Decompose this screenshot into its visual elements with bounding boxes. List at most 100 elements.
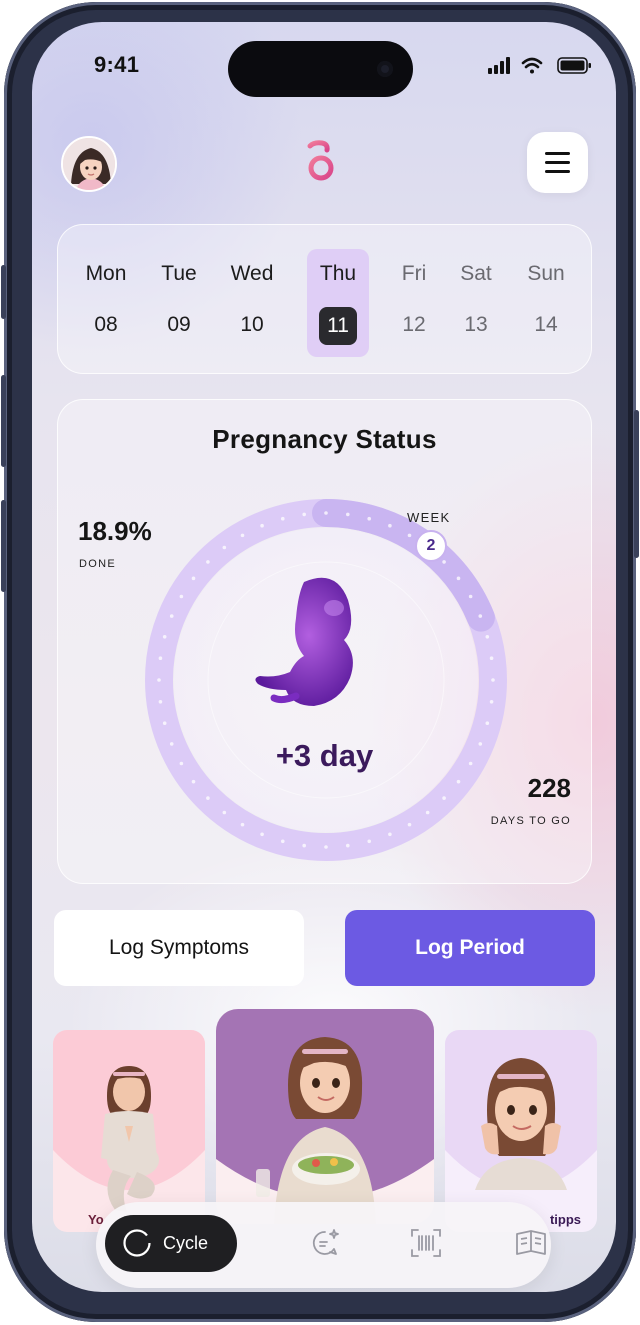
ring-dot — [169, 614, 174, 618]
chat-sparkle-icon[interactable] — [308, 1226, 342, 1260]
ring-dot — [206, 796, 210, 800]
ring-dot — [345, 843, 350, 848]
day-number-selected: 11 — [319, 307, 357, 345]
week-badge[interactable]: 2 — [415, 530, 447, 562]
ring-dot — [489, 656, 494, 661]
ring-dot — [367, 839, 372, 844]
ring-dot — [280, 516, 285, 521]
book-icon[interactable] — [514, 1226, 548, 1260]
day-name: Mon — [85, 262, 127, 285]
cycle-icon — [123, 1229, 151, 1257]
ring-dot — [468, 594, 473, 599]
ring-dot — [478, 614, 483, 618]
days-to-go-label: DAYS TO GO — [490, 815, 571, 827]
percent-done-label: DONE — [79, 558, 116, 570]
progress-ring — [145, 499, 507, 861]
day-number: 14 — [534, 313, 558, 336]
day-name: Wed — [230, 262, 274, 285]
ring-dot — [388, 523, 392, 528]
ring-dot — [442, 560, 446, 564]
pregnancy-status-card: Pregnancy Status 18.9% DONE WEEK 2 +3 da… — [57, 399, 592, 884]
log-period-button[interactable]: Log Period — [345, 910, 595, 986]
ring-dot — [162, 721, 167, 726]
power-button — [634, 410, 639, 558]
nutrition-illustration — [216, 1009, 434, 1224]
day-name: Fri — [401, 262, 427, 285]
ring-dot — [191, 576, 196, 581]
hamburger-menu-icon — [545, 152, 570, 155]
dynamic-island — [228, 41, 413, 97]
ring-dot — [407, 822, 412, 827]
calendar-day-tue[interactable]: Tue 09 — [148, 249, 210, 357]
day-name: Sun — [527, 262, 565, 285]
status-icons — [488, 57, 591, 74]
menu-button[interactable] — [527, 132, 588, 193]
day-name: Sat — [460, 262, 492, 285]
ring-dot — [485, 634, 490, 639]
calendar-day-sat[interactable]: Sat 13 — [445, 249, 507, 357]
ring-dot — [302, 512, 307, 517]
day-number: 13 — [464, 313, 488, 336]
ring-dot — [491, 678, 495, 682]
bottom-navigation: Cycle — [96, 1202, 551, 1288]
ring-dot — [240, 533, 245, 538]
percent-done-value: 18.9% — [78, 516, 152, 546]
ring-dot — [324, 511, 328, 515]
calendar-day-thu-selected[interactable]: Thu 11 — [307, 249, 369, 357]
ring-dot — [456, 779, 461, 784]
ring-dot — [302, 843, 307, 848]
barcode-scan-icon[interactable] — [409, 1226, 443, 1260]
mute-switch — [1, 265, 6, 319]
ring-dot — [158, 699, 163, 704]
week-calendar: Mon 08 Tue 09 Wed 10 Thu 11 Fri 12 Sat 1… — [57, 224, 592, 374]
ring-dot — [407, 533, 412, 538]
ring-dot — [206, 560, 210, 564]
ring-dot — [367, 516, 372, 521]
card-title: Pregnancy Status — [212, 424, 437, 454]
ring-dot — [324, 845, 328, 849]
status-time: 9:41 — [94, 52, 140, 77]
day-number: 08 — [94, 313, 118, 336]
ring-dot — [345, 512, 350, 517]
day-number: 12 — [402, 313, 426, 336]
calendar-day-fri[interactable]: Fri 12 — [383, 249, 445, 357]
week-label: WEEK — [407, 510, 451, 525]
volume-down-button — [1, 500, 6, 592]
log-symptoms-button[interactable]: Log Symptoms — [54, 910, 304, 986]
ring-dot — [157, 678, 161, 682]
days-to-go-value: 228 — [527, 773, 571, 803]
ring-dot — [425, 810, 430, 815]
ring-dot — [222, 545, 227, 550]
battery-icon — [557, 57, 591, 74]
tile-label: tipps — [549, 1212, 581, 1227]
day-name: Thu — [319, 262, 357, 285]
ring-dot — [489, 699, 494, 704]
ring-dot — [260, 523, 264, 528]
ring-dot — [158, 656, 163, 661]
tile-nutrition[interactable] — [216, 1009, 434, 1224]
day-delta: +3 day — [275, 738, 374, 773]
wifi-icon — [521, 57, 543, 74]
calendar-day-mon[interactable]: Mon 08 — [75, 249, 137, 357]
avatar-illustration — [63, 138, 115, 190]
ring-dot — [388, 832, 392, 837]
ring-dot — [162, 634, 167, 639]
day-name: Tue — [161, 262, 197, 285]
ring-dot — [280, 839, 285, 844]
ring-dot — [442, 796, 446, 800]
ring-dot — [456, 576, 461, 581]
ring-dot — [240, 822, 245, 827]
brand-logo — [307, 140, 334, 181]
ring-dot — [260, 832, 264, 837]
calendar-day-wed[interactable]: Wed 10 — [221, 249, 283, 357]
day-number: 09 — [167, 313, 191, 336]
day-number: 10 — [240, 313, 264, 336]
ring-dot — [485, 721, 490, 726]
nav-item-cycle-active[interactable]: Cycle — [105, 1215, 237, 1272]
user-avatar[interactable] — [61, 136, 117, 192]
ring-dot — [179, 594, 184, 599]
ring-dot — [191, 779, 196, 784]
nav-cycle-label: Cycle — [163, 1233, 209, 1253]
app-screen: 9:41 Mon 08 Tue 09 Wed 10 Thu 11 Fri 12 … — [32, 22, 616, 1292]
calendar-day-sun[interactable]: Sun 14 — [515, 249, 577, 357]
